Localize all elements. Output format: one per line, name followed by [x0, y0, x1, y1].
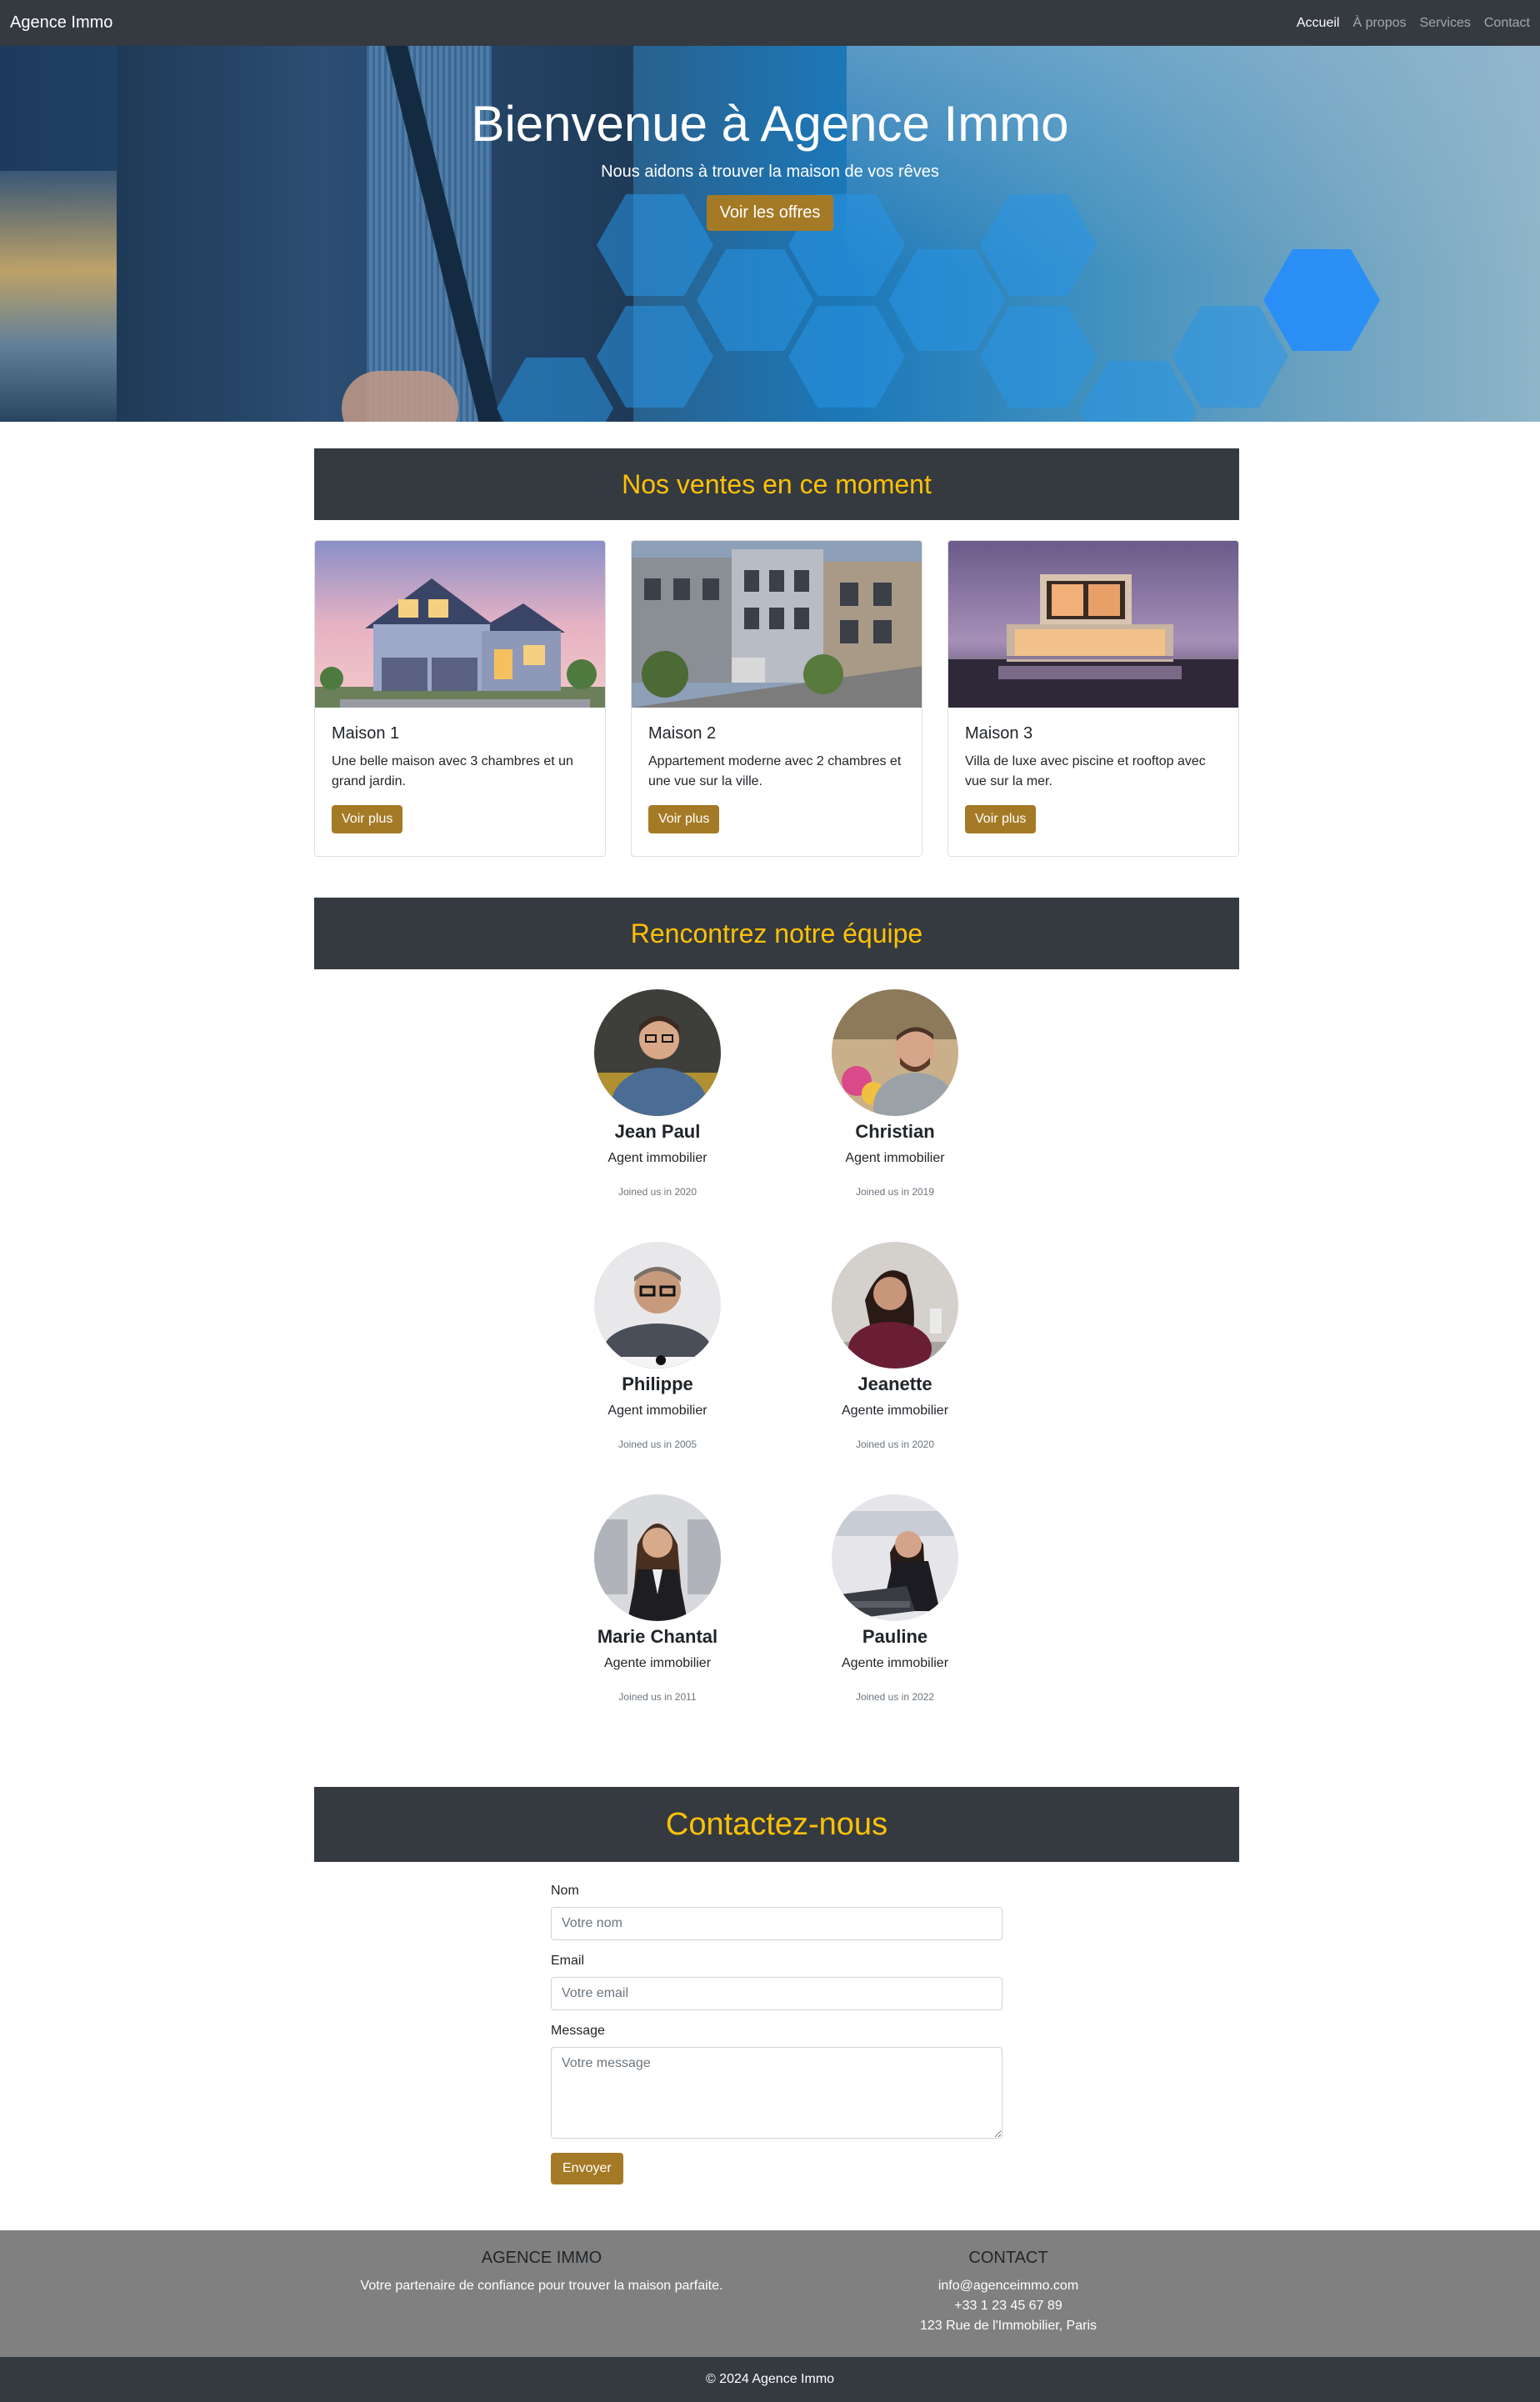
member-role: Agent immobilier: [608, 1151, 708, 1165]
avatar: [594, 1242, 721, 1369]
message-textarea[interactable]: [551, 2047, 1002, 2139]
see-more-button[interactable]: Voir plus: [332, 805, 403, 833]
team-member: Jean Paul Agent immobilier Joined us in …: [574, 989, 741, 1198]
hero-hand: [342, 371, 458, 422]
name-input[interactable]: [551, 1907, 1002, 1940]
team-member: Marie Chantal Agente immobilier Joined u…: [574, 1494, 741, 1703]
view-offers-button[interactable]: Voir les offres: [706, 195, 834, 231]
footer-about-text: Votre partenaire de confiance pour trouv…: [360, 2279, 723, 2293]
avatar: [832, 1494, 958, 1621]
hero-title: Bienvenue à Agence Immo: [471, 96, 1069, 152]
member-joined: Joined us in 2011: [618, 1691, 697, 1703]
property-title: Maison 3: [965, 724, 1033, 743]
nav-link-contact[interactable]: Contact: [1484, 16, 1530, 31]
team-member: Philippe Agent immobilier Joined us in 2…: [574, 1242, 741, 1450]
navbar: Agence Immo Accueil À propos Services Co…: [0, 0, 1540, 46]
see-more-button[interactable]: Voir plus: [648, 805, 720, 833]
member-joined: Joined us in 2019: [855, 1186, 935, 1198]
team-member: Pauline Agente immobilier Joined us in 2…: [812, 1494, 978, 1703]
team-heading: Rencontrez notre équipe: [630, 918, 923, 948]
property-description: Villa de luxe avec piscine et rooftop av…: [965, 754, 1206, 788]
hexagon-decoration: [1080, 361, 1197, 422]
footer-contact: CONTACT info@agenceimmo.com +33 1 23 45 …: [842, 2249, 1175, 2336]
name-label: Nom: [551, 1884, 579, 1898]
hero-subtitle: Nous aidons à trouver la maison de vos r…: [601, 163, 939, 181]
hexagon-decoration: [788, 306, 905, 408]
avatar: [594, 1494, 721, 1621]
member-role: Agente immobilier: [841, 1404, 949, 1418]
property-card: Maison 1 Une belle maison avec 3 chambre…: [314, 540, 606, 857]
property-image-villa: [948, 541, 1238, 708]
property-image-house: [315, 541, 605, 708]
footer: AGENCE IMMO Votre partenaire de confianc…: [0, 2230, 1540, 2357]
listings-heading: Nos ventes en ce moment: [622, 468, 932, 499]
property-title: Maison 2: [648, 724, 717, 743]
nav-link-services[interactable]: Services: [1420, 16, 1471, 31]
property-card: Maison 3 Villa de luxe avec piscine et r…: [948, 540, 1239, 857]
property-card: Maison 2 Appartement moderne avec 2 cham…: [631, 540, 922, 857]
hexagon-decoration: [697, 249, 813, 351]
footer-phone[interactable]: +33 1 23 45 67 89: [842, 2296, 1175, 2316]
member-role: Agent immobilier: [608, 1404, 708, 1418]
team-member: Jeanette Agente immobilier Joined us in …: [812, 1242, 978, 1450]
footer-email[interactable]: info@agenceimmo.com: [842, 2276, 1175, 2296]
email-input[interactable]: [551, 1977, 1002, 2010]
avatar: [832, 1242, 958, 1369]
member-joined: Joined us in 2020: [855, 1439, 935, 1450]
hexagon-decoration: [980, 306, 1097, 408]
see-more-button[interactable]: Voir plus: [965, 805, 1037, 833]
footer-address: 123 Rue de l'Immobilier, Paris: [919, 2319, 1098, 2333]
team-section-header: Rencontrez notre équipe: [314, 898, 1239, 969]
member-joined: Joined us in 2022: [855, 1691, 935, 1703]
member-joined: Joined us in 2020: [618, 1186, 698, 1198]
footer-contact-title: CONTACT: [968, 2249, 1048, 2267]
nav-links: Accueil À propos Services Contact: [1297, 16, 1530, 31]
member-joined: Joined us in 2005: [618, 1439, 698, 1450]
property-image-townhouses: [632, 541, 922, 708]
footer-about-title: AGENCE IMMO: [481, 2249, 602, 2267]
member-name: Jeanette: [858, 1374, 932, 1394]
member-name: Christian: [855, 1121, 935, 1142]
member-role: Agente immobilier: [841, 1656, 949, 1670]
contact-section-header: Contactez-nous: [314, 1787, 1239, 1862]
member-role: Agent immobilier: [845, 1151, 945, 1165]
hexagon-decoration: [1172, 306, 1288, 408]
brand-logo[interactable]: Agence Immo: [10, 13, 112, 33]
copyright-bar: © 2024 Agence Immo: [0, 2357, 1540, 2402]
nav-link-accueil[interactable]: Accueil: [1297, 16, 1340, 31]
nav-link-a-propos[interactable]: À propos: [1352, 16, 1406, 31]
team-member: Christian Agent immobilier Joined us in …: [812, 989, 978, 1198]
email-label: Email: [551, 1954, 585, 1968]
footer-about: AGENCE IMMO Votre partenaire de confianc…: [333, 2249, 750, 2296]
hero-banner: Bienvenue à Agence Immo Nous aidons à tr…: [0, 46, 1540, 422]
member-role: Agente immobilier: [603, 1656, 712, 1670]
member-name: Marie Chantal: [597, 1626, 718, 1647]
message-label: Message: [551, 2024, 605, 2038]
property-title: Maison 1: [332, 724, 400, 743]
listings-section-header: Nos ventes en ce moment: [314, 448, 1239, 520]
send-button[interactable]: Envoyer: [551, 2153, 623, 2184]
contact-form: Nom Email Message Envoyer: [551, 1884, 1002, 2184]
member-name: Jean Paul: [614, 1121, 701, 1142]
hero-content: Bienvenue à Agence Immo Nous aidons à tr…: [0, 94, 1540, 231]
avatar: [594, 989, 721, 1116]
member-name: Pauline: [862, 1626, 928, 1647]
property-description: Une belle maison avec 3 chambres et un g…: [332, 754, 573, 788]
avatar: [832, 989, 958, 1116]
property-description: Appartement moderne avec 2 chambres et u…: [648, 754, 902, 788]
member-name: Philippe: [622, 1374, 693, 1394]
copyright-text: © 2024 Agence Immo: [705, 2372, 835, 2386]
contact-heading: Contactez-nous: [665, 1806, 888, 1842]
